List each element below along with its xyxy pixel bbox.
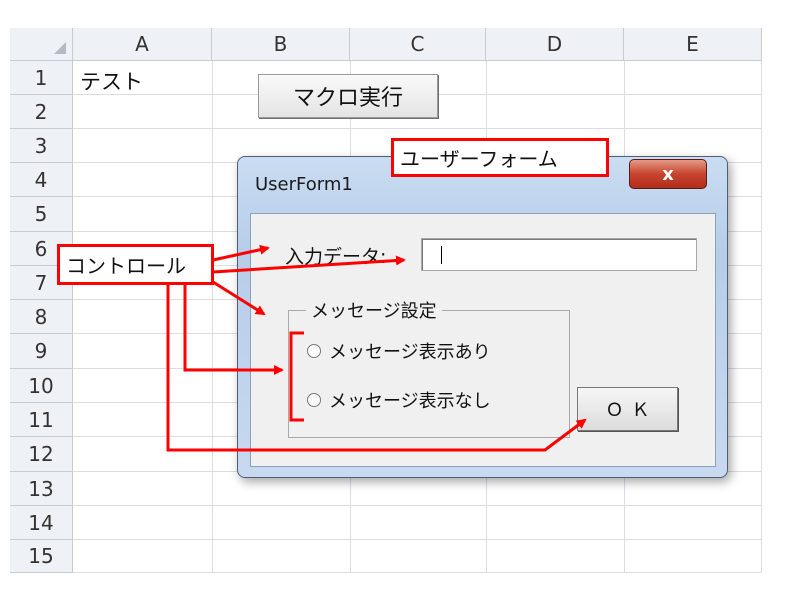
row-header-11[interactable]: 11 xyxy=(10,403,73,437)
run-macro-button[interactable]: マクロ実行 xyxy=(258,74,438,118)
column-gridline xyxy=(212,61,213,573)
row-header-14[interactable]: 14 xyxy=(10,506,73,540)
select-all-corner[interactable] xyxy=(10,28,73,61)
row-header-10[interactable]: 10 xyxy=(10,369,73,403)
input-data-textbox[interactable] xyxy=(421,238,697,271)
controls-callout: コントロール xyxy=(57,244,214,285)
radio-button-icon xyxy=(307,393,321,407)
column-header-d[interactable]: D xyxy=(486,28,624,61)
column-header-b[interactable]: B xyxy=(212,28,350,61)
row-header-2[interactable]: 2 xyxy=(10,95,73,129)
radio-hide-message[interactable]: メッセージ表示なし xyxy=(307,387,557,413)
column-header-e[interactable]: E xyxy=(624,28,762,61)
row-gridline xyxy=(73,572,762,573)
select-all-icon xyxy=(54,42,66,54)
dialog-title: UserForm1 xyxy=(255,174,353,195)
cell-a1[interactable]: テスト xyxy=(80,66,143,96)
row-gridline xyxy=(73,539,762,540)
row-header-5[interactable]: 5 xyxy=(10,197,73,232)
column-header-a[interactable]: A xyxy=(73,28,212,61)
column-gridline xyxy=(761,61,762,573)
close-icon: x xyxy=(662,163,674,185)
row-header-8[interactable]: 8 xyxy=(10,300,73,334)
dialog-client-area: 入力データ: メッセージ設定 メッセージ表示あり メッセージ表示なし ＯＫ xyxy=(250,213,716,467)
row-header-15[interactable]: 15 xyxy=(10,540,73,573)
row-header-3[interactable]: 3 xyxy=(10,129,73,163)
radio-label: メッセージ表示あり xyxy=(329,342,491,363)
frame-title: メッセージ設定 xyxy=(306,297,442,323)
close-button[interactable]: x xyxy=(629,159,707,189)
row-header-1[interactable]: 1 xyxy=(10,61,73,95)
input-data-label: 入力データ: xyxy=(285,246,387,268)
message-settings-frame: メッセージ設定 メッセージ表示あり メッセージ表示なし xyxy=(288,297,570,438)
row-header-9[interactable]: 9 xyxy=(10,334,73,369)
row-header-12[interactable]: 12 xyxy=(10,437,73,472)
userform-dialog: UserForm1 x 入力データ: メッセージ設定 メッセージ表示あり メッセ… xyxy=(237,156,728,478)
column-header-c[interactable]: C xyxy=(350,28,486,61)
row-gridline xyxy=(73,505,762,506)
row-header-13[interactable]: 13 xyxy=(10,472,73,506)
ok-button[interactable]: ＯＫ xyxy=(577,387,678,431)
radio-show-message[interactable]: メッセージ表示あり xyxy=(307,338,557,364)
radio-label: メッセージ表示なし xyxy=(329,391,491,412)
text-caret xyxy=(441,246,442,264)
row-gridline xyxy=(73,128,762,129)
radio-button-icon xyxy=(307,344,321,358)
userform-callout: ユーザーフォーム xyxy=(391,138,609,177)
row-header-4[interactable]: 4 xyxy=(10,163,73,197)
